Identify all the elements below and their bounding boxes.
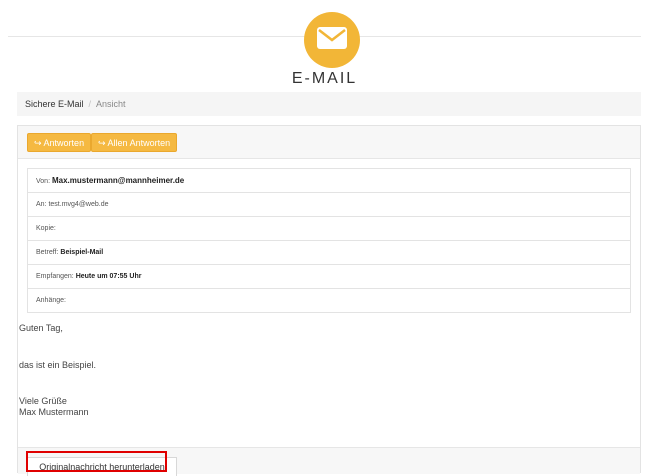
message-greeting: Guten Tag, (19, 323, 63, 333)
subject-value: Beispiel-Mail (60, 249, 104, 256)
header-subject: Betreff: Beispiel-Mail (28, 241, 630, 265)
to-value: test.mvg4@web.de (48, 201, 109, 208)
reply-all-button[interactable]: ↪ Allen Antworten (91, 133, 178, 152)
breadcrumb: Sichere E-Mail / Ansicht (17, 92, 641, 116)
message-headers: Von: Max.mustermann@mannheimer.de An: te… (27, 168, 631, 313)
message-body: das ist ein Beispiel. (19, 360, 97, 370)
reply-all-arrow-icon: ↪ (98, 138, 106, 148)
reply-arrow-icon: ↪ (34, 138, 42, 148)
header-cc: Kopie: (28, 217, 630, 241)
breadcrumb-current: Ansicht (96, 99, 126, 109)
envelope-icon (317, 27, 347, 49)
page-title: E-MAIL (291, 70, 358, 87)
header-from: Von: Max.mustermann@mannheimer.de (28, 169, 630, 193)
breadcrumb-root-link[interactable]: Sichere E-Mail (25, 99, 84, 109)
header-to: An: test.mvg4@web.de (28, 193, 630, 217)
header-received: Empfangen: Heute um 07:55 Uhr (28, 265, 630, 289)
message-toolbar: ↪ Antworten ↪ Allen Antworten (18, 126, 640, 159)
message-closing: Viele Grüße (19, 396, 67, 406)
header-attachments: Anhänge: (36, 297, 66, 304)
app-logo (304, 12, 360, 68)
reply-button[interactable]: ↪ Antworten (27, 133, 92, 152)
from-value: Max.mustermann@mannheimer.de (51, 176, 185, 185)
breadcrumb-separator: / (88, 99, 92, 109)
received-value: Heute um 07:55 Uhr (75, 273, 142, 280)
message-panel: ↪ Antworten ↪ Allen Antworten Von: Max.mus… (17, 125, 641, 476)
message-signature: Max Mustermann (19, 407, 89, 417)
highlight-box (26, 451, 167, 472)
